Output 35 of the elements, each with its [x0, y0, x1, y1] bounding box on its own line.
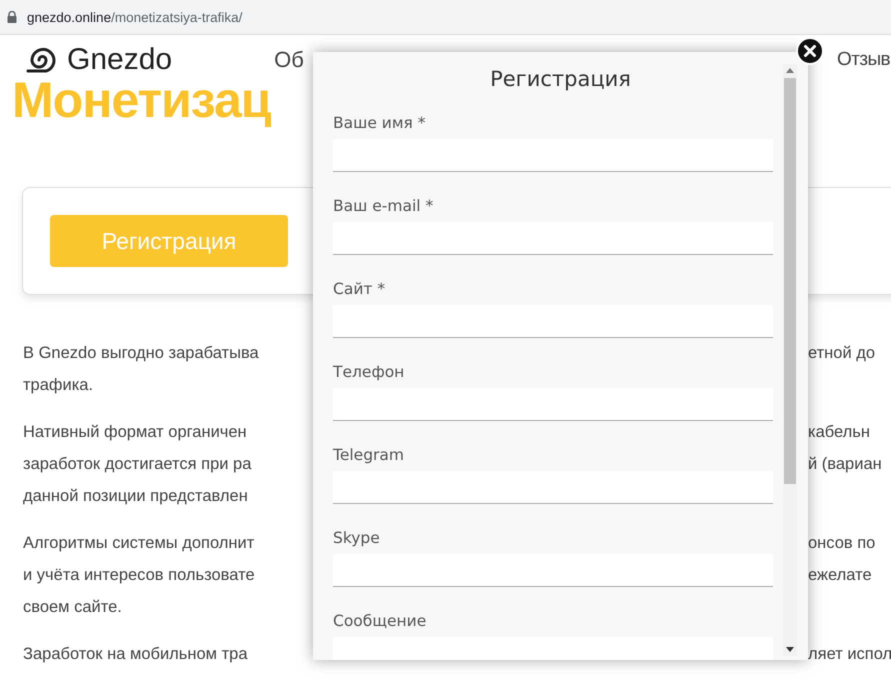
address-bar[interactable]: gnezdo.online/monetizatsiya-trafika/ [0, 0, 891, 35]
paragraph-text: етной до [808, 344, 876, 362]
field-label: Сайт * [333, 279, 386, 300]
nav-link[interactable]: Об [274, 47, 304, 73]
spiral-logo-icon [24, 45, 58, 75]
page-heading: Монетизац [12, 75, 271, 130]
paragraph-text: ежелате [808, 566, 873, 584]
field-label: Ваше имя * [333, 113, 427, 134]
field-label: Skype [333, 528, 381, 549]
paragraph-text: трафика. [23, 376, 94, 394]
paragraph-text: заработок достигается при ра [23, 454, 252, 474]
nav-link[interactable]: Отзыв [837, 49, 890, 71]
field-label: Сообщение [333, 611, 428, 632]
dialog-title: Регистрация [490, 67, 631, 93]
field-label: Телефон [333, 362, 406, 383]
paragraph-text: Заработок на мобильном тра [23, 644, 249, 664]
scroll-down-icon[interactable] [786, 647, 794, 652]
paragraph-text: й (вариан [808, 454, 883, 474]
field-label: Telegram [333, 445, 406, 466]
paragraph-text: данной позиции представлен [23, 486, 249, 506]
scroll-up-icon[interactable] [786, 68, 794, 73]
paragraph-text: Нативный формат органичен [23, 422, 248, 442]
scrollbar[interactable] [783, 64, 797, 656]
field-label: Ваш e-mail * [333, 196, 434, 217]
paragraph-text: онсов по [808, 534, 876, 552]
paragraph-text: ляет испол [808, 644, 891, 664]
url-text: gnezdo.online/monetizatsiya-trafika/ [27, 10, 242, 24]
paragraph-text: своем сайте. [23, 598, 123, 616]
paragraph-text: кабельн [808, 422, 871, 442]
paragraph-text: и учёта интересов пользовате [23, 566, 256, 584]
paragraph-text: Алгоритмы системы дополнит [23, 534, 256, 552]
close-icon[interactable] [796, 37, 824, 65]
paragraph-text: В Gnezdo выгодно зарабатыва [23, 344, 260, 362]
lock-icon [7, 11, 17, 23]
logo-text: Gnezdo [67, 43, 172, 77]
